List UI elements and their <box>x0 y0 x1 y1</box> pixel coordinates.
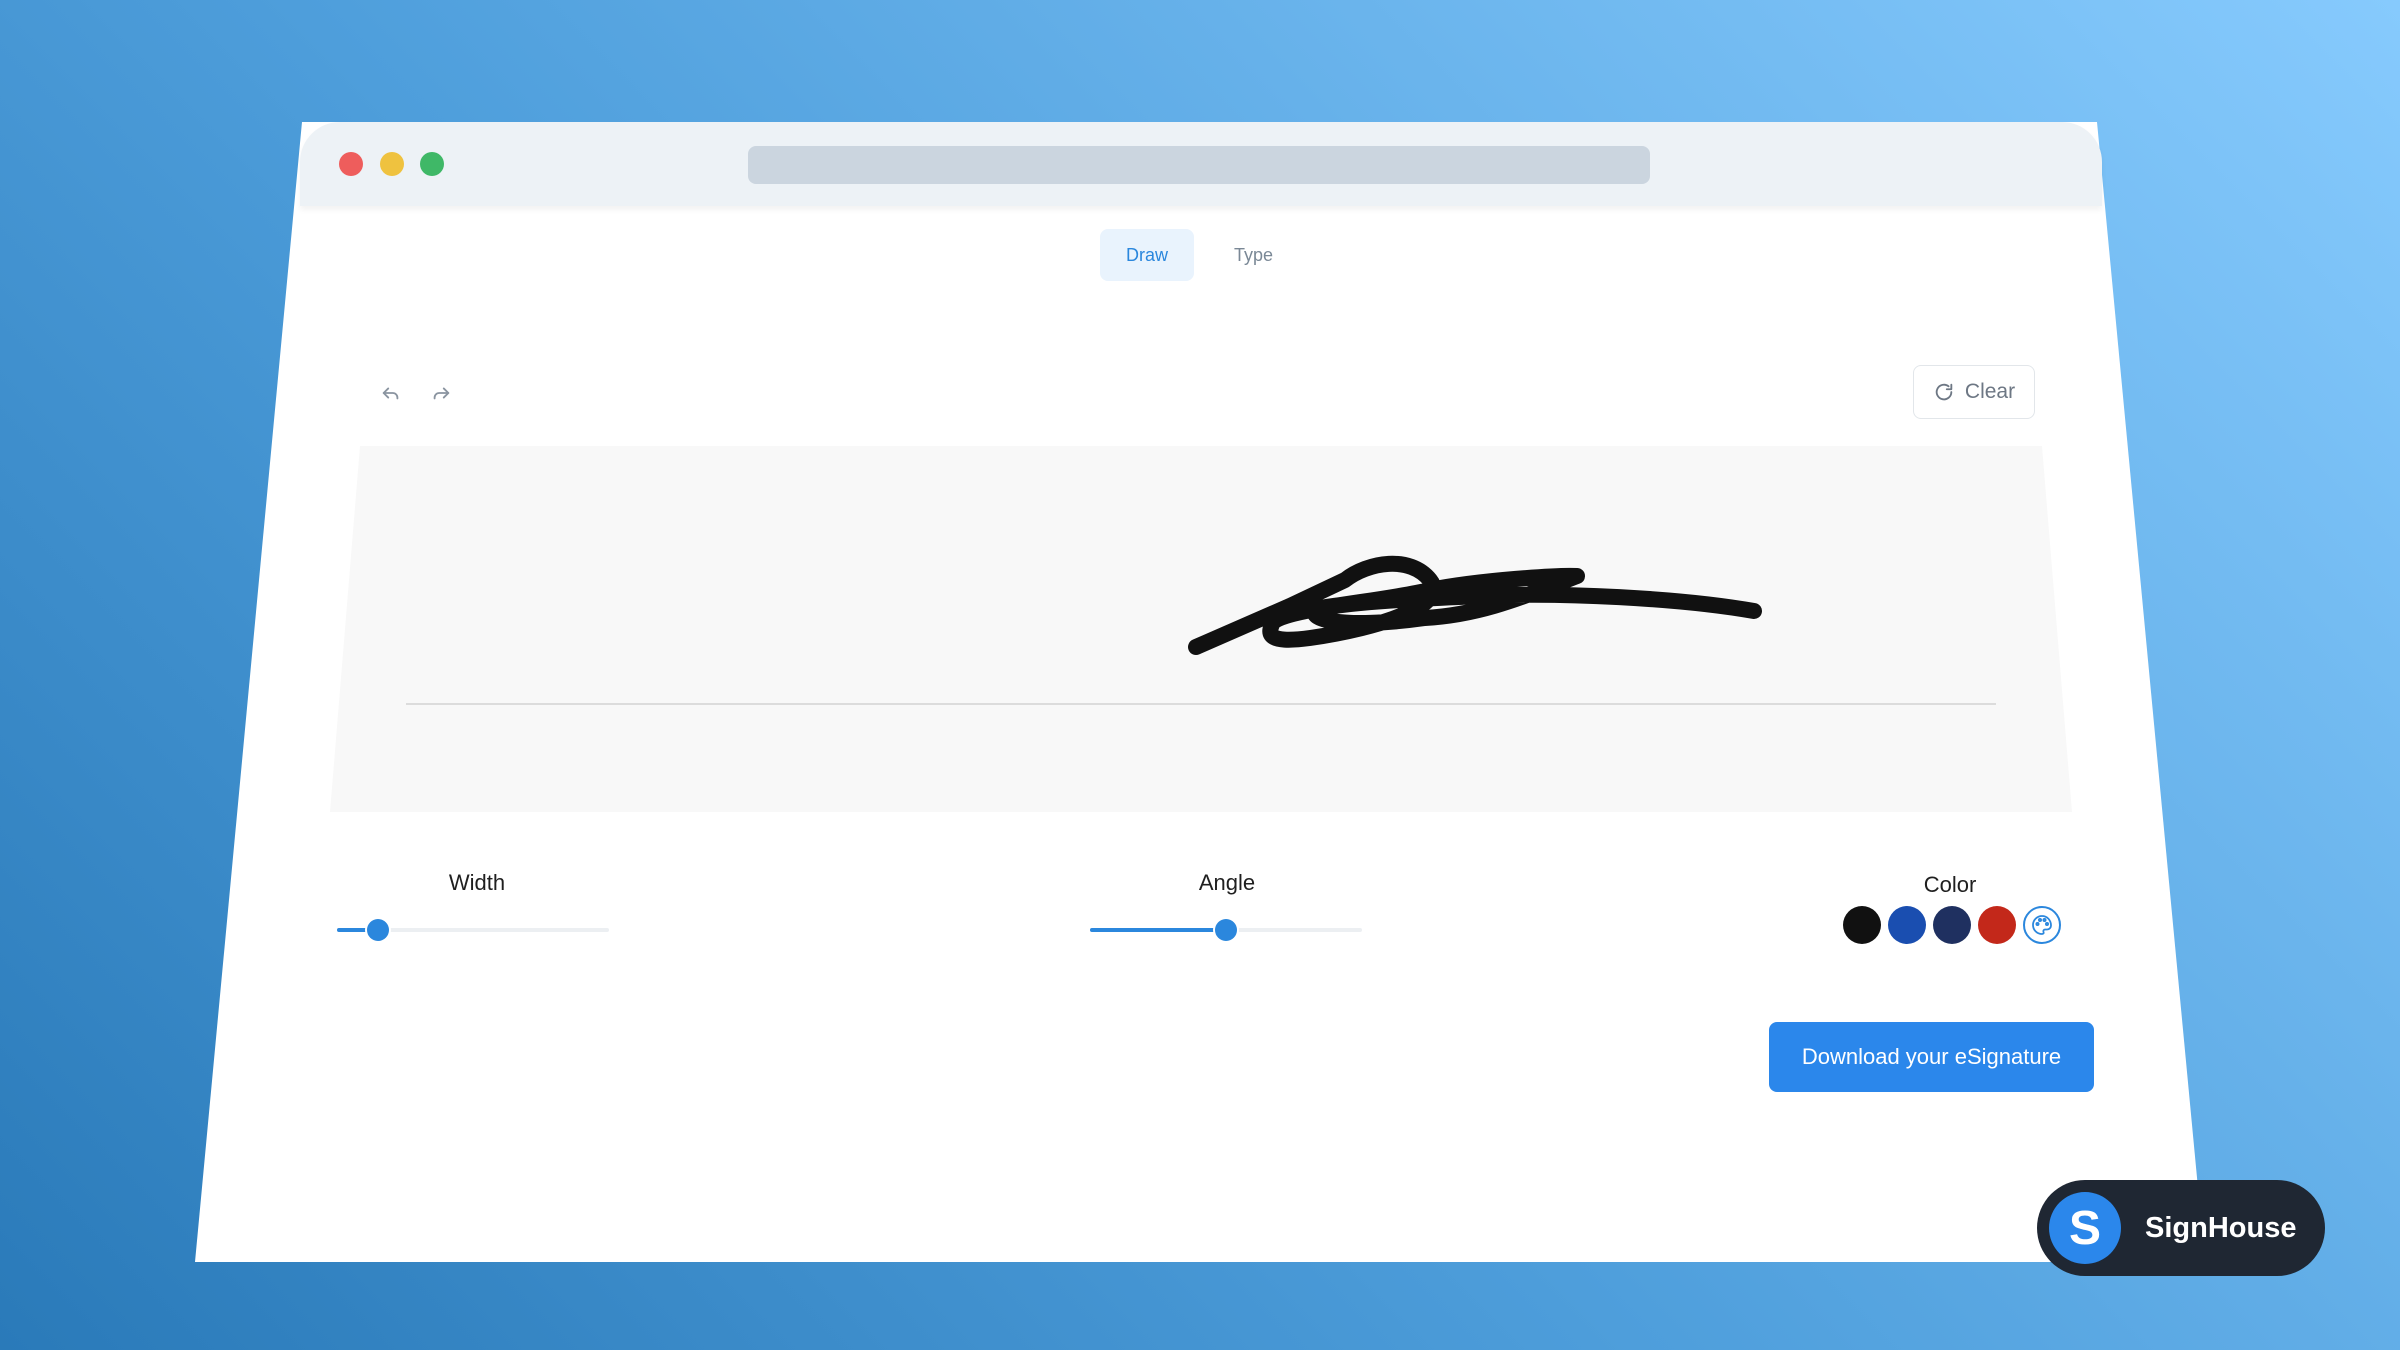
width-slider-thumb[interactable] <box>366 919 389 941</box>
redo-icon <box>433 387 450 400</box>
brand-logo: S <box>2049 1192 2121 1264</box>
color-swatch-navy[interactable] <box>1933 906 1971 944</box>
angle-slider-thumb[interactable] <box>1215 919 1237 941</box>
angle-label: Angle <box>1198 870 1256 895</box>
signature-baseline <box>406 703 1996 705</box>
mode-tabs: Draw Type <box>1100 229 1299 281</box>
tab-draw[interactable]: Draw <box>1100 229 1195 281</box>
color-label: Color <box>1923 872 1977 897</box>
clear-button[interactable]: Clear <box>1913 365 2035 419</box>
download-signature-button[interactable]: Download your eSignature <box>1769 1022 2094 1092</box>
undo-icon <box>382 387 399 400</box>
address-bar[interactable] <box>748 146 1650 184</box>
brand-badge: S SignHouse <box>2037 1180 2325 1276</box>
angle-slider-fill <box>1090 928 1226 932</box>
brand-name: SignHouse <box>2145 1211 2297 1244</box>
redo-button[interactable] <box>426 378 456 408</box>
color-swatch-red[interactable] <box>1978 906 2016 944</box>
custom-color-button[interactable] <box>2023 906 2061 944</box>
undo-button[interactable] <box>376 378 406 408</box>
color-swatches <box>1843 906 2061 944</box>
palette-icon <box>2032 915 2052 935</box>
color-swatch-black[interactable] <box>1843 906 1881 944</box>
clear-label: Clear <box>1964 380 2016 403</box>
tab-type[interactable]: Type <box>1208 229 1299 281</box>
signature-drawing <box>1188 555 1762 655</box>
width-slider[interactable] <box>337 919 609 941</box>
minimize-window-button[interactable] <box>380 152 404 176</box>
maximize-window-button[interactable] <box>420 152 444 176</box>
eraser-icon <box>1935 383 1953 401</box>
color-swatch-blue[interactable] <box>1888 906 1926 944</box>
angle-slider[interactable] <box>1090 919 1362 941</box>
close-window-button[interactable] <box>339 152 363 176</box>
width-label: Width <box>448 870 506 895</box>
